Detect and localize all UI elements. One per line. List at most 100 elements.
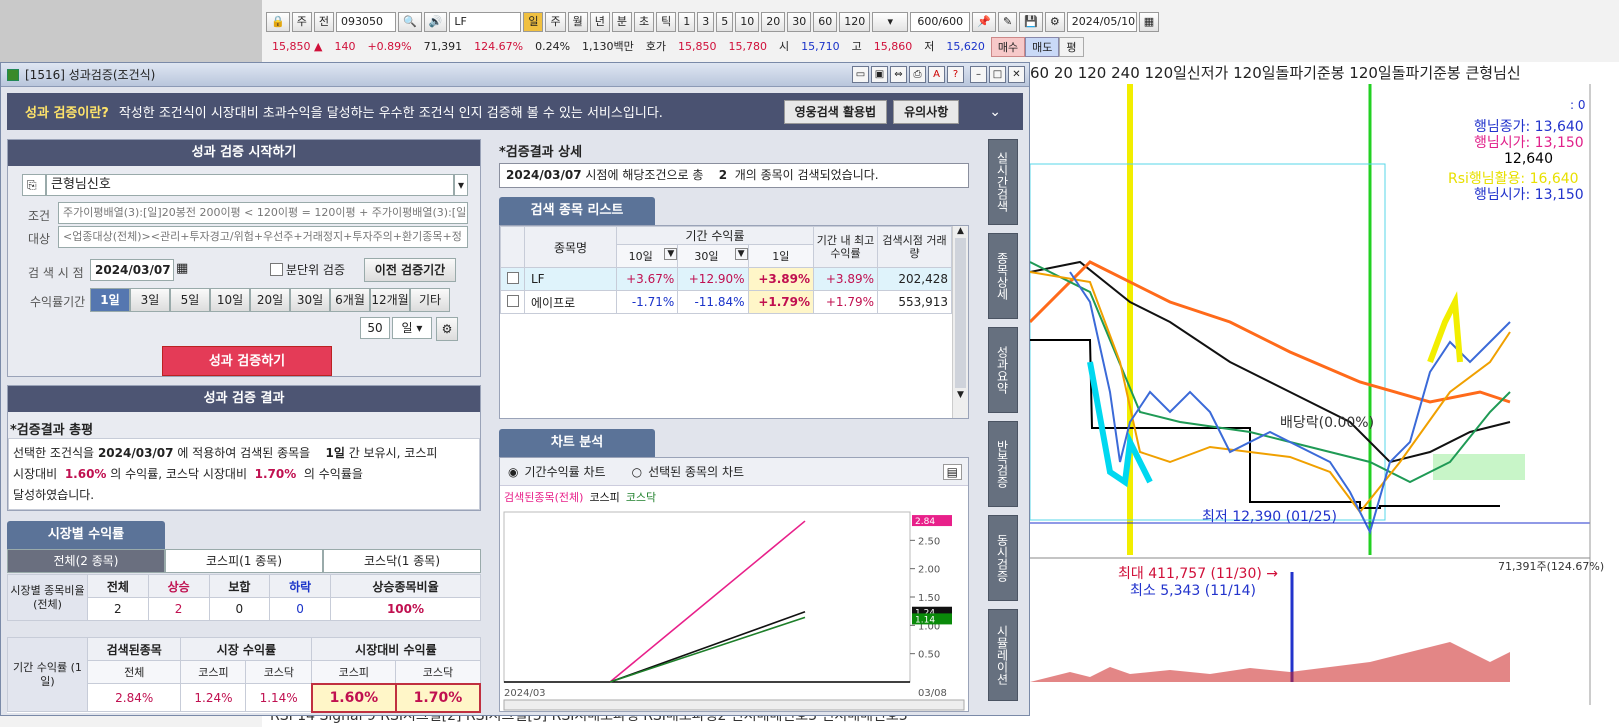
num-5[interactable]: 5 (716, 12, 734, 32)
period-3d[interactable]: 3일 (130, 288, 170, 312)
tab-kosdaq[interactable]: 코스닥(1 종목) (323, 549, 481, 573)
minute-checkbox[interactable] (270, 263, 283, 276)
quote-bar: 15,850 ▲ 140 +0.89% 71,391 124.67% 0.24%… (266, 36, 1084, 58)
period-day[interactable]: 일 (523, 12, 544, 32)
stock-chart[interactable]: 행님종가: 13,640 행님시가: 13,150 12,640 Rsi행님활용… (1030, 62, 1619, 727)
period-12m[interactable]: 12개월 (370, 288, 410, 312)
period-second[interactable]: 초 (633, 12, 655, 32)
tab-kospi[interactable]: 코스피(1 종목) (165, 549, 323, 573)
day-unit-select[interactable]: 일 ▾ (392, 317, 432, 339)
list-tab-title[interactable]: 검색 종목 리스트 (499, 197, 655, 225)
list-scrollbar[interactable]: ▲ ▼ (952, 226, 968, 418)
scroll-thumb[interactable] (955, 238, 966, 388)
return-chart[interactable]: 0.501.001.502.002.502.841.241.142024/030… (500, 486, 968, 712)
count-field[interactable]: 600/600 (910, 12, 971, 32)
period-6m[interactable]: 6개월 (330, 288, 370, 312)
search-icon[interactable]: 🔍 (397, 12, 422, 32)
num-30[interactable]: 30 (787, 12, 812, 32)
period-1d[interactable]: 1일 (90, 288, 130, 312)
radio-period-icon[interactable]: ◉ (508, 465, 518, 479)
side-tab-simulation[interactable]: 시뮬레이션 (988, 609, 1018, 701)
chevron-down-icon[interactable]: ⌄ (989, 104, 1001, 120)
help-icon[interactable]: ? (947, 66, 964, 83)
val-up: 2 (147, 597, 210, 621)
gear-icon[interactable]: ⚙ (1044, 12, 1065, 32)
jeon-button[interactable]: 전 (313, 12, 334, 32)
period-5d[interactable]: 5일 (170, 288, 210, 312)
side-tab-summary[interactable]: 성과요약 (988, 327, 1018, 413)
stock-name-field[interactable]: LF (449, 12, 522, 32)
chevron-down-icon[interactable]: ▼ (734, 248, 748, 260)
speaker-icon[interactable]: 🔊 (423, 12, 448, 32)
layout-icon[interactable]: ▭ (852, 66, 869, 83)
period-30d[interactable]: 30일 (290, 288, 330, 312)
period-minute[interactable]: 분 (611, 12, 632, 32)
num-20[interactable]: 20 (761, 12, 786, 32)
num-60[interactable]: 60 (813, 12, 838, 32)
search-date-input[interactable]: 2024/03/07 (90, 259, 174, 281)
lock-icon[interactable]: 🔒 (266, 12, 290, 32)
date-field[interactable]: 2024/05/10 (1066, 12, 1137, 32)
hdr-up-ratio: 상승종목비율 (330, 574, 481, 598)
period-tick[interactable]: 틱 (656, 12, 677, 32)
dialog-titlebar[interactable]: [1516] 성과검증(조건식) ▭ ▣ ⇔ ⎙ A ? – □ ✕ (1, 63, 1029, 87)
print-icon[interactable]: ⎙ (909, 66, 926, 83)
num-1[interactable]: 1 (678, 12, 696, 32)
notice-button[interactable]: 유의사항 (893, 99, 960, 124)
table-row[interactable]: LF +3.67% +12.90% +3.89% +3.89% 202,428 (500, 267, 952, 291)
guide-button[interactable]: 영웅검색 활용법 (783, 99, 888, 124)
side-tab-repeat[interactable]: 반복검증 (988, 421, 1018, 507)
pyeong-button[interactable]: 평 (1059, 37, 1084, 57)
period-10d[interactable]: 10일 (210, 288, 250, 312)
scroll-down-icon[interactable]: ▼ (953, 390, 968, 400)
buy-button[interactable]: 매수 (990, 37, 1026, 57)
calendar-icon[interactable]: ▦ (1138, 12, 1160, 32)
ret-hdr-market: 시장 수익률 (180, 637, 313, 661)
screen-icon[interactable]: ▣ (871, 66, 888, 83)
pin-icon[interactable]: 📌 (972, 12, 996, 32)
hdr-d30[interactable]: 30일 ▼ (677, 244, 749, 268)
side-tab-detail[interactable]: 종목상세 (988, 233, 1018, 319)
close-icon[interactable]: ✕ (1008, 66, 1025, 83)
calendar-icon[interactable]: ▦ (176, 261, 188, 276)
chevron-down-icon[interactable]: ▾ (454, 174, 468, 196)
period-week[interactable]: 주 (545, 12, 566, 32)
grid-icon[interactable]: ▤ (942, 463, 962, 480)
sell-button[interactable]: 매도 (1025, 37, 1060, 57)
mode-select[interactable]: 주 (291, 12, 312, 32)
link-icon[interactable]: ⇔ (890, 66, 907, 83)
num-3[interactable]: 3 (697, 12, 715, 32)
maximize-icon[interactable]: □ (989, 66, 1006, 83)
condition-select[interactable]: ⎘ 큰형님신호 ▾ (22, 174, 468, 198)
alert-icon[interactable]: A (928, 66, 945, 83)
hdr-d10[interactable]: 10일 ▼ (615, 244, 679, 268)
market-tab-title[interactable]: 시장별 수익률 (7, 521, 165, 549)
period-20d[interactable]: 20일 (250, 288, 290, 312)
table-row[interactable]: 에이프로 -1.71% -11.84% +1.79% +1.79% 553,91… (500, 290, 952, 314)
row-checkbox[interactable] (506, 294, 519, 307)
analysis-tab-title[interactable]: 차트 분석 (499, 429, 655, 457)
condition-name[interactable]: 큰형님신호 (46, 174, 454, 196)
num-10[interactable]: 10 (735, 12, 760, 32)
prev-period-button[interactable]: 이전 검증기간 (364, 258, 456, 282)
tab-all[interactable]: 전체(2 종목) (7, 549, 165, 573)
side-tab-simul[interactable]: 동시검증 (988, 515, 1018, 601)
interval-dropdown[interactable]: ▾ (872, 12, 909, 32)
chevron-down-icon[interactable]: ▼ (664, 248, 678, 260)
num-120[interactable]: 120 (839, 12, 871, 32)
row-checkbox[interactable] (506, 271, 519, 284)
scroll-up-icon[interactable]: ▲ (953, 226, 968, 236)
save-icon[interactable]: 💾 (1019, 12, 1043, 32)
period-year[interactable]: 년 (589, 12, 610, 32)
radio-selected-icon[interactable]: ○ (632, 465, 642, 479)
side-tab-realtime[interactable]: 실시간검색 (988, 139, 1018, 225)
minimize-icon[interactable]: – (970, 66, 987, 83)
period-etc[interactable]: 기타 (410, 288, 450, 312)
tool-icon[interactable]: ✎ (997, 12, 1018, 32)
condition-icon[interactable]: ⎘ (22, 174, 46, 196)
days-input[interactable]: 50 (360, 317, 390, 339)
period-month[interactable]: 월 (567, 12, 588, 32)
run-verify-button[interactable]: 성과 검증하기 (162, 346, 332, 376)
settings-gear-icon[interactable]: ⚙ (436, 317, 458, 341)
stock-code-input[interactable]: 093050 (335, 12, 396, 32)
